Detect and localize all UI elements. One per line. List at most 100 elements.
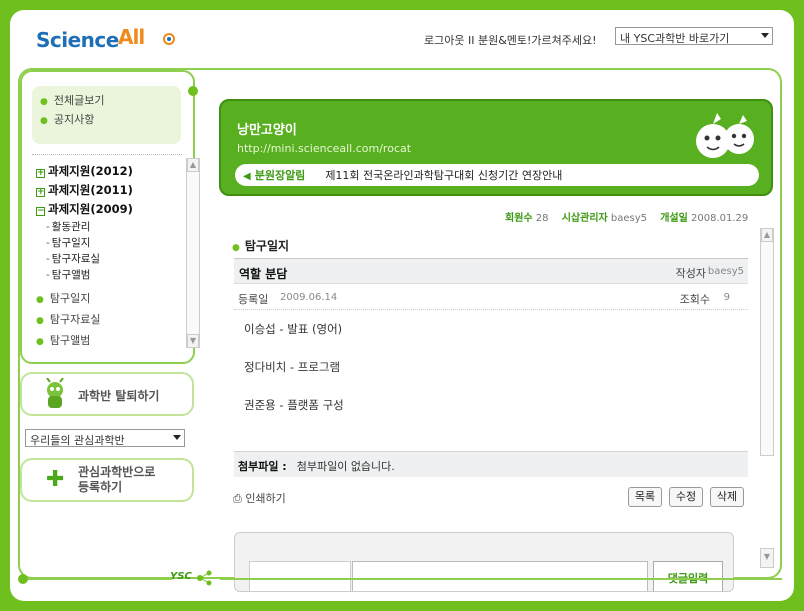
post: 역할 분담 작성자 baesy5 등록일 2009.06.14 조회수 9 이승… — [234, 258, 748, 412]
leave-class-button[interactable]: 과학반 탈퇴하기 — [20, 372, 194, 416]
ysc-class-select-value: 내 YSC과학반 바로가기 — [620, 32, 730, 45]
menu-item-library[interactable]: ● 탐구자료실 — [36, 310, 186, 331]
post-body-line: 정다비치 - 프로그램 — [244, 360, 341, 374]
club-url[interactable]: http://mini.scienceall.com/rocat — [237, 142, 411, 155]
content-scrollbar[interactable]: ▲ — [760, 228, 774, 456]
notice-bar: ◀ 분원장알림 제11회 전국온라인과학탐구대회 신청기간 연장안내 — [235, 164, 759, 186]
notice-label: 분원장알림 — [254, 169, 306, 182]
ysc-class-select[interactable]: 내 YSC과학반 바로가기 — [615, 27, 773, 45]
sub-item-label: 활동관리 — [51, 221, 91, 233]
attachment-label: 첨부파일 : — [238, 460, 287, 473]
menu-item-label: 탐구자료실 — [49, 313, 101, 326]
notice-text[interactable]: 제11회 전국온라인과학탐구대회 신청기간 연장안내 — [325, 169, 562, 182]
sub-item-activity[interactable]: - 활동관리 — [36, 219, 186, 235]
register-label-line1: 관심과학반으로 — [78, 465, 156, 479]
category-label: 과제지원(2012) — [48, 164, 133, 178]
writer-value: baesy5 — [707, 266, 744, 277]
speaker-icon: ◀ — [243, 171, 251, 182]
expand-icon[interactable]: + — [36, 169, 45, 178]
post-title: 역할 분담 — [239, 267, 288, 281]
post-info: 등록일 2009.06.14 조회수 9 — [234, 284, 748, 310]
interest-class-select-value: 우리들의 관심과학반 — [30, 434, 125, 447]
category-2012[interactable]: + 과제지원(2012) — [36, 162, 186, 181]
collapse-icon[interactable]: − — [36, 207, 45, 216]
bullet-icon: ● — [36, 316, 44, 326]
category-label: 과제지원(2009) — [48, 202, 133, 216]
dash-icon: - — [46, 221, 50, 233]
sub-item-label: 탐구일지 — [51, 237, 91, 249]
apple-mascot-icon — [696, 113, 754, 158]
left-menu: ● 전체글보기 ● 공지사항 + 과제지원(2012) + 과제지원(2011) − 과제… — [20, 70, 200, 364]
admin-value: baesy5 — [610, 213, 648, 224]
interest-class-select[interactable]: 우리들의 관심과학반 — [25, 429, 185, 447]
post-body-line: 권준용 - 플랫폼 구성 — [244, 398, 344, 412]
post-header: 역할 분담 작성자 baesy5 — [234, 258, 748, 284]
bullet-icon: ● — [232, 243, 240, 253]
quick-links: ● 전체글보기 ● 공지사항 — [32, 86, 181, 144]
quick-link-notices[interactable]: ● 공지사항 — [40, 111, 181, 130]
register-interest-label: 관심과학반으로 등록하기 — [78, 465, 155, 495]
sub-item-album[interactable]: - 탐구앨범 — [36, 267, 186, 283]
print-button[interactable]: ⎙ 인쇄하기 — [233, 490, 286, 506]
avatar — [249, 561, 351, 591]
expand-icon[interactable]: + — [36, 188, 45, 197]
date-label: 등록일 — [238, 293, 269, 306]
dash-icon: - — [46, 269, 50, 281]
post-body-line: 이승섭 - 발표 (영어) — [244, 322, 343, 336]
sub-item-library[interactable]: - 탐구자료실 — [36, 251, 186, 267]
attachment-row: 첨부파일 : 첨부파일이 없습니다. — [234, 451, 748, 477]
logo-atom-icon — [163, 33, 175, 45]
register-label-line2: 등록하기 — [78, 480, 123, 494]
category-2011[interactable]: + 과제지원(2011) — [36, 181, 186, 200]
logout-link[interactable]: 로그아웃 — [424, 34, 464, 47]
club-title: 낭만고양이 — [237, 123, 297, 138]
bullet-icon: ● — [36, 295, 44, 305]
post-body: 이승섭 - 발표 (영어) 정다비치 - 프로그램 권준용 - 플랫폼 구성 — [244, 320, 344, 434]
comment-submit-button[interactable]: 댓글입력 — [653, 561, 723, 591]
plus-icon: ✚ — [46, 467, 65, 492]
chevron-down-icon — [761, 33, 769, 38]
members-value: 28 — [535, 213, 549, 224]
menu-item-journal[interactable]: ● 탐구일지 — [36, 289, 186, 310]
quick-link-all-posts[interactable]: ● 전체글보기 — [40, 92, 181, 111]
sub-item-journal[interactable]: - 탐구일지 — [36, 235, 186, 251]
scroll-up-icon[interactable]: ▲ — [761, 228, 773, 242]
scienceall-logo[interactable]: Science All — [36, 22, 176, 56]
club-banner: 낭만고양이 http://mini.scienceall.com/rocat ◀… — [219, 99, 773, 196]
sub-item-label: 탐구앨범 — [51, 269, 91, 281]
club-meta: 회원수 28 시삽관리자 baesy5 개설일 2008.01.29 — [505, 209, 748, 224]
scroll-up-icon[interactable]: ▲ — [187, 158, 199, 172]
menu-item-label: 탐구일지 — [49, 292, 91, 305]
bullet-icon: ● — [36, 337, 44, 347]
top-links: 로그아웃 II 분원&멘토!가르쳐주세요! — [424, 32, 597, 48]
delete-button[interactable]: 삭제 — [710, 487, 744, 507]
menu-item-label: 탐구앨범 — [49, 334, 91, 347]
menu-item-album[interactable]: ● 탐구앨범 — [36, 331, 186, 352]
members-label: 회원수 — [505, 213, 533, 224]
page: Science All 로그아웃 II 분원&멘토!가르쳐주세요! 내 YSC과… — [10, 10, 794, 601]
scroll-down-icon[interactable]: ▼ — [187, 334, 199, 348]
category-menu: + 과제지원(2012) + 과제지원(2011) − 과제지원(2009) - 활동관… — [36, 162, 186, 352]
print-label: 인쇄하기 — [245, 492, 286, 505]
category-label: 과제지원(2011) — [48, 183, 133, 197]
footer-line-left — [22, 578, 172, 580]
register-interest-button[interactable]: ✚ 관심과학반으로 등록하기 — [20, 458, 194, 502]
edit-button[interactable]: 수정 — [669, 487, 703, 507]
footer-line-right — [220, 578, 782, 580]
chevron-down-icon — [173, 435, 181, 440]
category-2009[interactable]: − 과제지원(2009) — [36, 200, 186, 219]
footer-deco-dot — [18, 574, 28, 584]
menu-scrollbar[interactable]: ▲ ▼ — [186, 158, 200, 348]
dash-icon: - — [46, 237, 50, 249]
comment-box: 댓글입력 — [234, 532, 734, 592]
menu-divider — [32, 154, 182, 155]
admin-label: 시삽관리자 — [561, 213, 608, 224]
views-label: 조회수 — [679, 293, 710, 306]
scroll-down-icon[interactable]: ▼ — [760, 548, 774, 568]
comment-input[interactable] — [352, 561, 648, 591]
mentor-link[interactable]: 분원&멘토!가르쳐주세요! — [478, 34, 597, 47]
list-button[interactable]: 목록 — [628, 487, 662, 507]
opened-value: 2008.01.29 — [691, 213, 749, 224]
views-value: 9 — [723, 292, 730, 303]
quick-link-label: 공지사항 — [53, 113, 95, 126]
